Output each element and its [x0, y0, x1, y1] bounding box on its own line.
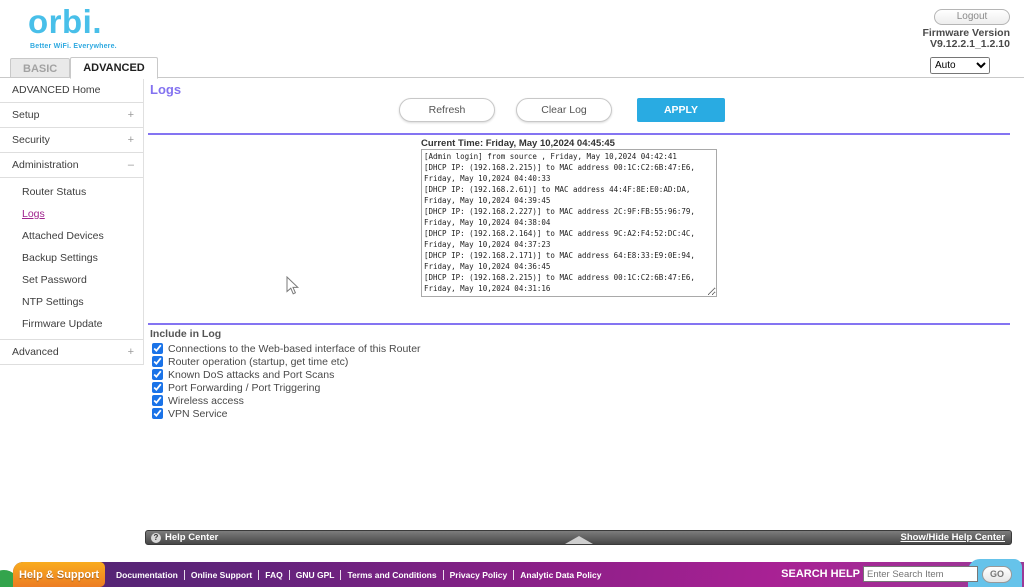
orbi-logo: orbi.: [28, 4, 102, 40]
sidebar-item-label: Administration: [12, 159, 79, 171]
checkbox-row-router-operation: Router operation (startup, get time etc): [152, 355, 421, 368]
footer-links: Documentation Online Support FAQ GNU GPL…: [110, 562, 608, 587]
checkbox-label: VPN Service: [168, 408, 228, 420]
tab-advanced[interactable]: ADVANCED: [70, 57, 158, 79]
help-support-tab[interactable]: Help & Support: [13, 562, 105, 587]
checkbox-vpn-service[interactable]: [152, 408, 163, 419]
sidebar-item-label: Security: [12, 134, 50, 146]
checkbox-web-interface[interactable]: [152, 343, 163, 354]
checkbox-dos-attacks[interactable]: [152, 369, 163, 380]
show-hide-help-center-link[interactable]: Show/Hide Help Center: [900, 532, 1005, 543]
search-help-label: SEARCH HELP: [781, 568, 860, 580]
help-center-left: ? Help Center: [151, 532, 218, 543]
expand-plus-icon: +: [128, 346, 134, 358]
logout-button[interactable]: Logout: [934, 9, 1010, 25]
tab-bar: BASIC ADVANCED: [10, 57, 158, 79]
sidebar-item-label: ADVANCED Home: [12, 84, 101, 96]
sidebar-item-advanced-home[interactable]: ADVANCED Home: [0, 78, 143, 103]
footer-link-gnu-gpl[interactable]: GNU GPL: [290, 570, 342, 580]
checkbox-label: Connections to the Web-based interface o…: [168, 343, 421, 355]
apply-button[interactable]: APPLY: [637, 98, 725, 122]
sidebar-item-security[interactable]: Security +: [0, 128, 143, 153]
firmware-version: Firmware Version V9.12.2.1_1.2.10: [922, 28, 1010, 50]
section-divider: [148, 323, 1010, 325]
orbi-admin-page: orbi. Better WiFi. Everywhere. Logout Fi…: [0, 0, 1024, 587]
footer-link-faq[interactable]: FAQ: [259, 570, 289, 580]
page-title: Logs: [150, 82, 181, 97]
sidebar-item-firmware-update[interactable]: Firmware Update: [0, 313, 143, 335]
checkbox-label: Router operation (startup, get time etc): [168, 356, 348, 368]
log-textarea[interactable]: [421, 149, 717, 297]
checkbox-row-wireless-access: Wireless access: [152, 394, 421, 407]
checkbox-router-operation[interactable]: [152, 356, 163, 367]
search-help-input[interactable]: [863, 566, 978, 582]
sidebar-item-router-status[interactable]: Router Status: [0, 181, 143, 203]
sidebar-item-advanced[interactable]: Advanced +: [0, 340, 143, 365]
clear-log-button[interactable]: Clear Log: [516, 98, 612, 122]
sidebar-item-label: Advanced: [12, 346, 59, 358]
checkbox-row-vpn-service: VPN Service: [152, 407, 421, 420]
sidebar-item-label: Setup: [12, 109, 39, 121]
help-center-bar: ? Help Center Show/Hide Help Center: [145, 530, 1012, 545]
include-in-log-label: Include in Log: [150, 328, 221, 340]
expand-plus-icon: +: [128, 134, 134, 146]
footer-link-documentation[interactable]: Documentation: [110, 570, 185, 580]
checkbox-label: Port Forwarding / Port Triggering: [168, 382, 320, 394]
checkbox-label: Known DoS attacks and Port Scans: [168, 369, 334, 381]
include-in-log-checklist: Connections to the Web-based interface o…: [152, 342, 421, 420]
sidebar-item-ntp-settings[interactable]: NTP Settings: [0, 291, 143, 313]
checkbox-label: Wireless access: [168, 395, 244, 407]
checkbox-row-dos-attacks: Known DoS attacks and Port Scans: [152, 368, 421, 381]
section-divider: [148, 133, 1010, 135]
checkbox-wireless-access[interactable]: [152, 395, 163, 406]
sidebar-nav: ADVANCED Home Setup + Security + Administr…: [0, 78, 144, 365]
language-select[interactable]: Auto: [930, 57, 990, 74]
main-content: Logs Refresh Clear Log APPLY Current Tim…: [144, 78, 1024, 530]
current-time-label: Current Time: Friday, May 10,2024 04:45:…: [421, 138, 615, 149]
checkbox-row-port-forwarding: Port Forwarding / Port Triggering: [152, 381, 421, 394]
firmware-version-value: V9.12.2.1_1.2.10: [922, 39, 1010, 50]
expand-plus-icon: +: [128, 109, 134, 121]
footer-link-terms[interactable]: Terms and Conditions: [341, 570, 443, 580]
question-icon: ?: [151, 533, 161, 543]
footer-link-online-support[interactable]: Online Support: [185, 570, 259, 580]
footer-link-analytic-data[interactable]: Analytic Data Policy: [514, 570, 607, 580]
sidebar-item-administration[interactable]: Administration –: [0, 153, 143, 178]
logo-tagline: Better WiFi. Everywhere.: [30, 43, 117, 50]
help-panel-arrow-icon[interactable]: [565, 536, 593, 544]
administration-submenu: Router Status Logs Attached Devices Back…: [0, 178, 143, 340]
sidebar-item-set-password[interactable]: Set Password: [0, 269, 143, 291]
orbi-logo-text: orbi.: [28, 3, 102, 40]
checkbox-port-forwarding[interactable]: [152, 382, 163, 393]
footer-link-privacy[interactable]: Privacy Policy: [444, 570, 515, 580]
help-support-label: Help & Support: [19, 569, 99, 581]
sidebar-item-logs[interactable]: Logs: [0, 203, 143, 225]
help-center-label: Help Center: [165, 532, 218, 543]
refresh-button[interactable]: Refresh: [399, 98, 495, 122]
sidebar-item-setup[interactable]: Setup +: [0, 103, 143, 128]
tab-basic[interactable]: BASIC: [10, 58, 70, 79]
sidebar-item-attached-devices[interactable]: Attached Devices: [0, 225, 143, 247]
collapse-minus-icon: –: [128, 159, 134, 171]
sidebar-item-backup-settings[interactable]: Backup Settings: [0, 247, 143, 269]
checkbox-row-web-interface: Connections to the Web-based interface o…: [152, 342, 421, 355]
go-button[interactable]: GO: [982, 566, 1012, 583]
footer-bar: Help & Support Documentation Online Supp…: [13, 562, 1024, 587]
header: orbi. Better WiFi. Everywhere. Logout Fi…: [0, 0, 1024, 78]
